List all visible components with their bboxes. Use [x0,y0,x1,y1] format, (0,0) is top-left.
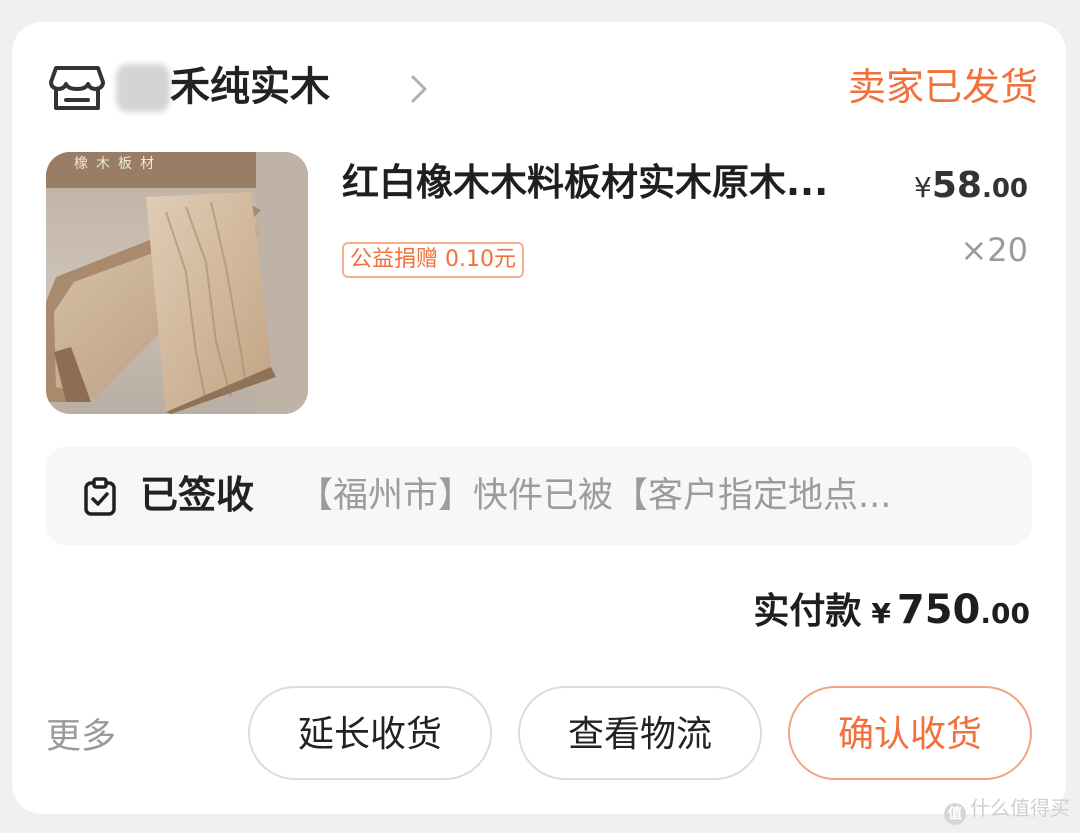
thumbnail-watermark-text: 橡木板材 [74,156,162,172]
site-watermark: 值什么值得买 [944,795,1070,825]
chevron-right-icon[interactable] [410,74,428,104]
watermark-text: 什么值得买 [970,796,1070,820]
payment-integer: 750 [896,587,981,633]
confirm-receipt-button[interactable]: 确认收货 [788,686,1032,780]
payment-decimal: .00 [980,597,1030,630]
clipboard-check-icon [84,477,116,516]
payment-currency: ¥ [871,597,891,630]
watermark-logo-icon: 值 [944,803,966,825]
payment-label: 实付款 [753,591,862,632]
product-title[interactable]: 红白橡木木料板材实木原木... [342,158,890,208]
charity-donation-badge: 公益捐赠 0.10元 [342,242,524,278]
view-logistics-button[interactable]: 查看物流 [518,686,762,780]
extend-receipt-button[interactable]: 延长收货 [248,686,492,780]
logistics-summary[interactable]: 已签收 【福州市】快件已被【客户指定地点... [46,447,1032,545]
actual-payment: 实付款 ¥750.00 [753,582,1030,646]
order-status: 卖家已发货 [847,65,1038,109]
shop-name-blur [116,64,170,112]
product-thumbnail[interactable]: 橡木板材 [46,152,308,414]
shop-header[interactable]: 禾纯实木 卖家已发货 [48,58,1038,118]
price-integer: 58 [931,165,982,206]
shop-name[interactable]: 禾纯实木 [170,62,330,112]
order-card[interactable]: 禾纯实木 卖家已发货 橡木板材 红白橡木木料板材实木原木... ¥58.00 公… [12,22,1066,814]
price-decimal: .00 [981,174,1028,204]
quantity: ×20 [960,231,1028,269]
store-icon [49,66,105,110]
logistics-detail: 【福州市】快件已被【客户指定地点... [298,476,892,516]
unit-price: ¥58.00 [914,162,1028,216]
price-currency: ¥ [914,171,932,204]
delivery-status: 已签收 [140,473,255,517]
more-button[interactable]: 更多 [46,714,116,760]
